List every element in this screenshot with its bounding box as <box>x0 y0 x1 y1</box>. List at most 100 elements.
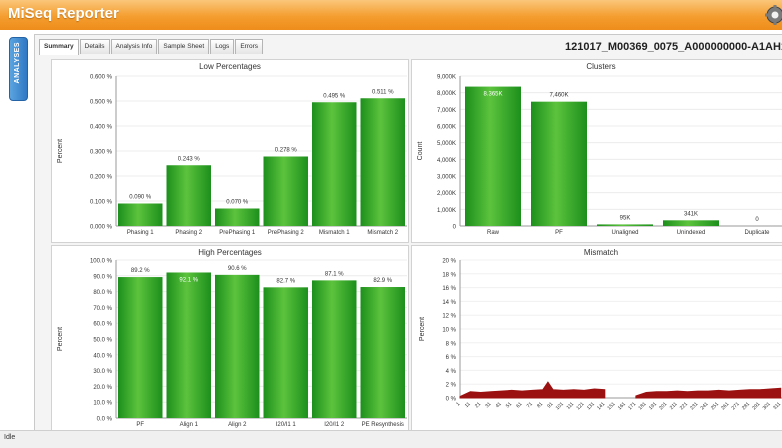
y-tick-label: 70.0 % <box>93 306 112 312</box>
y-tick-label: 6,000K <box>437 125 456 131</box>
analyses-side-tab-label: ANALYSES <box>14 42 21 84</box>
clusters-panel: Clusters 0 1,000K 2,000K 3,000K 4,000K 5,000K… <box>411 59 782 243</box>
y-tick-label: 0 <box>453 225 457 231</box>
data-label: 0 <box>755 217 759 223</box>
y-tick-label: 7,000K <box>437 108 456 114</box>
data-label: 89.2 % <box>131 268 150 274</box>
x-tick-label: 181 <box>637 401 647 411</box>
x-tick-label: 231 <box>689 401 699 411</box>
x-tick-label: Mismatch 2 <box>367 230 398 236</box>
x-tick-label: PE Resynthesis <box>362 422 404 428</box>
bar <box>166 165 211 226</box>
x-tick-label: I20/I1 2 <box>324 422 345 428</box>
analyses-side-tab[interactable]: ANALYSES <box>9 37 28 101</box>
x-tick-label: 241 <box>700 401 710 411</box>
y-tick-label: 4 % <box>446 369 457 375</box>
x-tick-label: Unaligned <box>611 230 638 236</box>
y-tick-label: 60.0 % <box>93 322 112 328</box>
bar <box>531 101 587 226</box>
y-tick-label: 12 % <box>442 314 456 320</box>
x-tick-label: 51 <box>505 401 513 409</box>
high-percentages-panel: High Percentages 0.0 % 10.0 % 20.0 % 30.0 %… <box>51 245 409 431</box>
y-axis-label: Percent <box>57 327 64 351</box>
tab-logs[interactable]: Logs <box>210 39 235 54</box>
y-tick-label: 0 % <box>446 397 457 403</box>
app-title: MiSeq Reporter <box>8 5 119 22</box>
x-tick-label: 41 <box>495 401 503 409</box>
bar <box>166 272 211 418</box>
x-tick-label: 251 <box>710 401 720 411</box>
data-label: 0.495 % <box>323 93 346 99</box>
gear-icon[interactable] <box>764 4 782 26</box>
y-tick-label: 80.0 % <box>93 290 112 296</box>
tab-summary[interactable]: Summary <box>39 39 79 55</box>
data-label: 82.7 % <box>276 278 295 284</box>
data-label: 7,460K <box>549 93 568 99</box>
y-tick-label: 10.0 % <box>93 401 112 407</box>
low-percentages-chart: 0.000 % 0.100 % 0.200 % 0.300 % 0.400 % 0.500… <box>57 75 407 236</box>
x-tick-label: Mismatch 1 <box>319 230 350 236</box>
bar <box>263 287 308 418</box>
x-tick-label: I20/I1 1 <box>276 422 297 428</box>
x-tick-label: 201 <box>658 401 668 411</box>
x-tick-label: 101 <box>555 401 565 411</box>
x-tick-label: Unindexed <box>677 230 706 236</box>
y-tick-label: 18 % <box>442 272 456 278</box>
data-label: 90.6 % <box>228 266 247 272</box>
y-tick-label: 20 % <box>442 259 456 265</box>
x-tick-label: 151 <box>606 401 616 411</box>
data-label: 0.243 % <box>178 156 201 162</box>
y-tick-label: 2,000K <box>437 191 456 197</box>
y-axis-label: Count <box>417 142 424 161</box>
y-tick-label: 3,000K <box>437 175 456 181</box>
x-tick-label: 11 <box>464 401 472 409</box>
y-tick-label: 40.0 % <box>93 353 112 359</box>
x-tick-label: Align 1 <box>180 422 199 428</box>
x-tick-label: 131 <box>586 401 596 411</box>
x-tick-label: 271 <box>731 401 741 411</box>
low-percentages-panel: Low Percentages 0.000 % 0.100 % 0.200 % 0.3… <box>51 59 409 243</box>
y-tick-label: 0.600 % <box>90 75 113 81</box>
x-tick-label: Phasing 2 <box>175 230 202 236</box>
bar <box>312 280 357 418</box>
status-text: Idle <box>4 434 16 441</box>
x-tick-label: Align 2 <box>228 422 247 428</box>
x-tick-label: 281 <box>741 401 751 411</box>
bar <box>360 287 405 418</box>
x-tick-label: Duplicate <box>744 230 770 236</box>
y-tick-label: 2 % <box>446 383 457 389</box>
bar <box>215 208 260 226</box>
y-tick-label: 0.300 % <box>90 150 113 156</box>
bar <box>215 274 260 418</box>
y-tick-label: 8 % <box>446 341 457 347</box>
tab-errors[interactable]: Errors <box>235 39 264 54</box>
x-tick-label: 161 <box>617 401 627 411</box>
run-id: 121017_M00369_0075_A000000000-A1AH1 <box>565 41 782 53</box>
x-tick-label: Phasing 1 <box>127 230 154 236</box>
x-tick-label: 121 <box>575 401 585 411</box>
x-tick-label: PF <box>136 422 144 428</box>
y-tick-label: 20.0 % <box>93 385 112 391</box>
y-tick-label: 100.0 % <box>90 259 113 265</box>
data-label: 87.1 % <box>325 271 344 277</box>
mismatch-series-area <box>635 387 782 399</box>
y-tick-label: 0.500 % <box>90 100 113 106</box>
x-tick-label: 111 <box>566 401 576 411</box>
x-tick-label: 81 <box>536 401 544 409</box>
bar <box>312 102 357 226</box>
tab-details[interactable]: Details <box>79 39 110 54</box>
y-tick-label: 0.100 % <box>90 200 113 206</box>
y-tick-label: 0.400 % <box>90 125 113 131</box>
data-label: 0.090 % <box>129 195 152 201</box>
x-tick-label: 71 <box>526 401 534 409</box>
data-label: 82.9 % <box>373 278 392 284</box>
data-label: 95K <box>620 215 631 221</box>
tab-analysis-info[interactable]: Analysis Info <box>110 39 158 54</box>
x-tick-label: 31 <box>484 401 492 409</box>
title-bar: MiSeq Reporter <box>0 0 782 30</box>
data-label: 0.278 % <box>275 148 298 154</box>
bar <box>118 203 163 226</box>
y-tick-label: 0.0 % <box>97 417 113 423</box>
tab-sample-sheet[interactable]: Sample Sheet <box>158 39 210 54</box>
x-tick-label: 141 <box>596 401 606 411</box>
